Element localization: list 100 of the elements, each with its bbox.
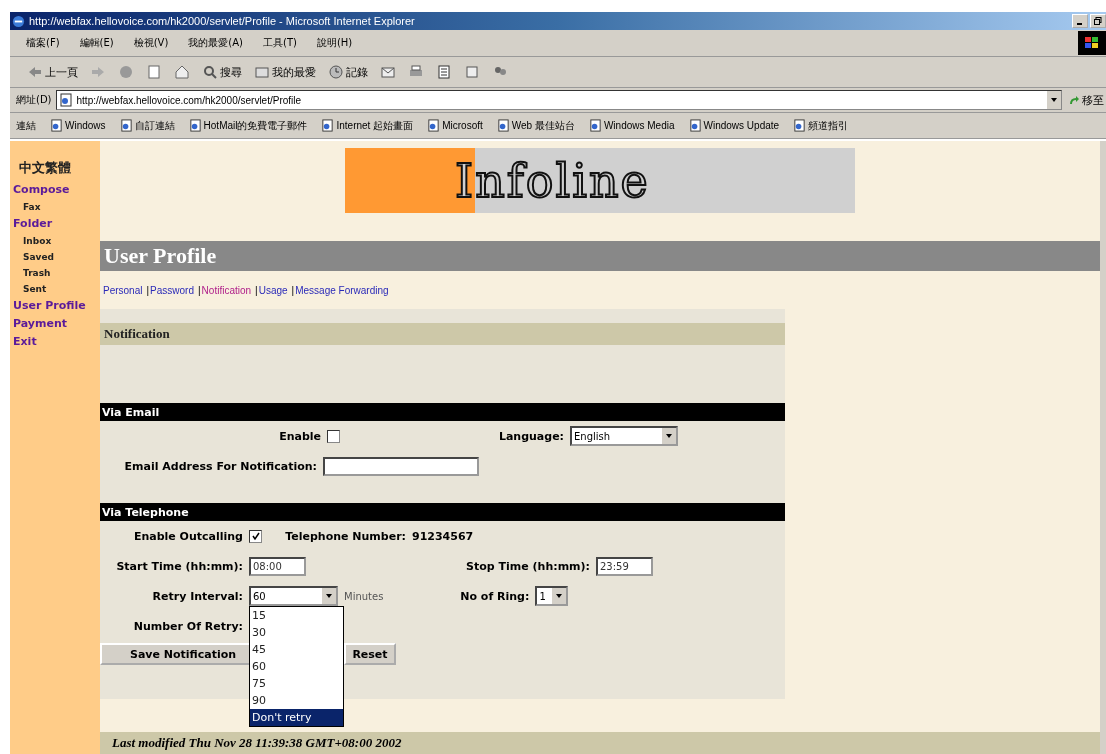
field-label: Start Time (hh:mm): bbox=[115, 559, 243, 573]
page-icon bbox=[146, 64, 162, 80]
restore-icon bbox=[1094, 17, 1102, 25]
nav-link[interactable]: Exit bbox=[13, 333, 37, 351]
dropdown-option[interactable]: 75 bbox=[250, 675, 343, 692]
field-label: Stop Time (hh:mm): bbox=[465, 559, 590, 573]
page-icon bbox=[793, 119, 807, 132]
toolbar-button[interactable]: 搜尋 bbox=[199, 64, 245, 80]
start-time-field[interactable]: 08:00 bbox=[249, 556, 306, 576]
links-label: 連結 bbox=[16, 118, 36, 133]
page-title: User Profile bbox=[104, 243, 217, 269]
favorite-link[interactable]: Web 最佳站台 bbox=[496, 118, 575, 133]
dropdown-option[interactable]: Don't retry bbox=[250, 709, 343, 726]
page-icon bbox=[588, 119, 602, 132]
toolbar-button[interactable]: 上一頁 bbox=[24, 64, 81, 80]
page-icon bbox=[58, 93, 73, 107]
stop-time-field[interactable]: 23:59 bbox=[596, 556, 653, 576]
page-icon bbox=[688, 119, 702, 132]
field-label: Enable Outcalling bbox=[132, 529, 243, 543]
nav-link[interactable]: Folder bbox=[13, 215, 53, 233]
dropdown-option[interactable]: 30 bbox=[250, 624, 343, 641]
separator-text: | bbox=[291, 284, 295, 296]
nav-link[interactable]: Fax bbox=[23, 199, 41, 215]
favorite-link[interactable]: Windows Update bbox=[688, 119, 780, 132]
menu-item[interactable]: 檢視(V) bbox=[133, 36, 169, 50]
favorite-link[interactable]: Microsoft bbox=[427, 119, 483, 132]
mail-icon bbox=[380, 64, 396, 80]
arrow-icon bbox=[1068, 94, 1080, 106]
last-modified-text: Last modified Thu Nov 28 11:39:38 GMT+08:00 2002 bbox=[112, 735, 402, 751]
checkbox[interactable] bbox=[327, 429, 340, 443]
field-label: Number Of Retry: bbox=[132, 619, 243, 633]
document-icon bbox=[436, 64, 452, 80]
page-icon bbox=[321, 119, 335, 132]
tab-link[interactable]: Message Forwarding bbox=[295, 284, 389, 296]
forward-arrow-icon bbox=[90, 64, 106, 80]
separator-text: | bbox=[198, 284, 201, 296]
page-icon bbox=[188, 119, 202, 132]
nav-link[interactable]: Saved bbox=[23, 249, 54, 265]
email-field[interactable] bbox=[323, 456, 479, 476]
document-icon bbox=[464, 64, 480, 80]
nav-link[interactable]: Payment bbox=[13, 315, 68, 333]
dropdown-option[interactable]: 90 bbox=[250, 692, 343, 709]
language-link[interactable]: 中文繁體 bbox=[19, 159, 71, 177]
page-icon bbox=[496, 119, 510, 132]
nav-link[interactable]: Trash bbox=[23, 265, 51, 281]
nav-link[interactable]: Sent bbox=[23, 281, 47, 297]
checkbox[interactable] bbox=[249, 529, 262, 543]
favorite-link[interactable]: Windows bbox=[50, 119, 106, 132]
unit-label: Minutes bbox=[344, 590, 384, 602]
home-icon bbox=[174, 64, 190, 80]
menu-item[interactable]: 工具(T) bbox=[263, 36, 297, 50]
separator-text: | bbox=[255, 284, 258, 296]
menu-item[interactable]: 編輯(E) bbox=[79, 36, 114, 50]
address-field[interactable]: http://webfax.hellovoice.com/hk2000/servlet/Profile bbox=[55, 90, 1062, 110]
tab-link[interactable]: Personal bbox=[103, 284, 143, 296]
phone-number: 91234567 bbox=[412, 529, 474, 543]
field-label: Email Address For Notification: bbox=[123, 459, 317, 473]
field-label: Telephone Number: bbox=[284, 529, 406, 543]
browser-icon bbox=[12, 14, 25, 28]
favorite-link[interactable]: Internet 起始畫面 bbox=[321, 118, 414, 133]
ring-select[interactable]: 1 bbox=[535, 586, 569, 606]
menu-item[interactable]: 檔案(F) bbox=[26, 36, 60, 50]
nav-link[interactable]: User Profile bbox=[13, 297, 86, 315]
folder-icon bbox=[254, 64, 270, 80]
scrollbar[interactable] bbox=[1100, 141, 1106, 754]
clock-icon bbox=[328, 64, 344, 80]
toolbar-button[interactable]: 我的最愛 bbox=[251, 64, 319, 80]
search-icon bbox=[202, 64, 218, 80]
stop-icon bbox=[118, 64, 134, 80]
section-title: Via Telephone bbox=[101, 505, 189, 519]
nav-link[interactable]: Inbox bbox=[23, 233, 52, 249]
interval-select[interactable]: 60 bbox=[249, 586, 338, 606]
field-label: No of Ring: bbox=[459, 589, 530, 603]
address-label: 網址(D) bbox=[16, 93, 52, 107]
language-select[interactable]: English bbox=[570, 426, 678, 446]
field-label: Retry Interval: bbox=[151, 589, 243, 603]
go-button[interactable]: 移至 bbox=[1066, 92, 1106, 108]
favorite-link[interactable]: HotMail的免費電子郵件 bbox=[188, 118, 308, 133]
page-icon bbox=[119, 119, 133, 132]
favorite-link[interactable]: 頻道指引 bbox=[793, 118, 849, 133]
minimize-button[interactable] bbox=[1072, 14, 1088, 28]
page-icon bbox=[427, 119, 441, 132]
favorite-link[interactable]: 自訂連結 bbox=[119, 118, 175, 133]
menu-item[interactable]: 我的最愛(A) bbox=[188, 36, 243, 50]
menu-item[interactable]: 說明(H) bbox=[316, 36, 353, 50]
tab-link[interactable]: Password bbox=[150, 284, 194, 296]
toolbar-button[interactable]: 記錄 bbox=[325, 64, 371, 80]
back-arrow-icon bbox=[27, 64, 43, 80]
restore-button[interactable] bbox=[1090, 14, 1106, 28]
dropdown-option[interactable]: 15 bbox=[250, 607, 343, 624]
field-label: Language: bbox=[497, 429, 564, 443]
tab-link[interactable]: Usage bbox=[258, 284, 288, 296]
favorite-link[interactable]: Windows Media bbox=[588, 119, 675, 132]
tab-link[interactable]: Notification bbox=[201, 284, 252, 296]
separator-text: | bbox=[146, 284, 150, 296]
nav-link[interactable]: Compose bbox=[13, 181, 70, 199]
page-icon bbox=[50, 119, 63, 132]
reset-button[interactable]: Reset bbox=[344, 643, 396, 665]
field-label: Enable bbox=[278, 429, 321, 443]
window-title: http://webfax.hellovoice.com/hk2000/servlet/Profile - Microsoft Internet Explorer bbox=[29, 15, 416, 27]
